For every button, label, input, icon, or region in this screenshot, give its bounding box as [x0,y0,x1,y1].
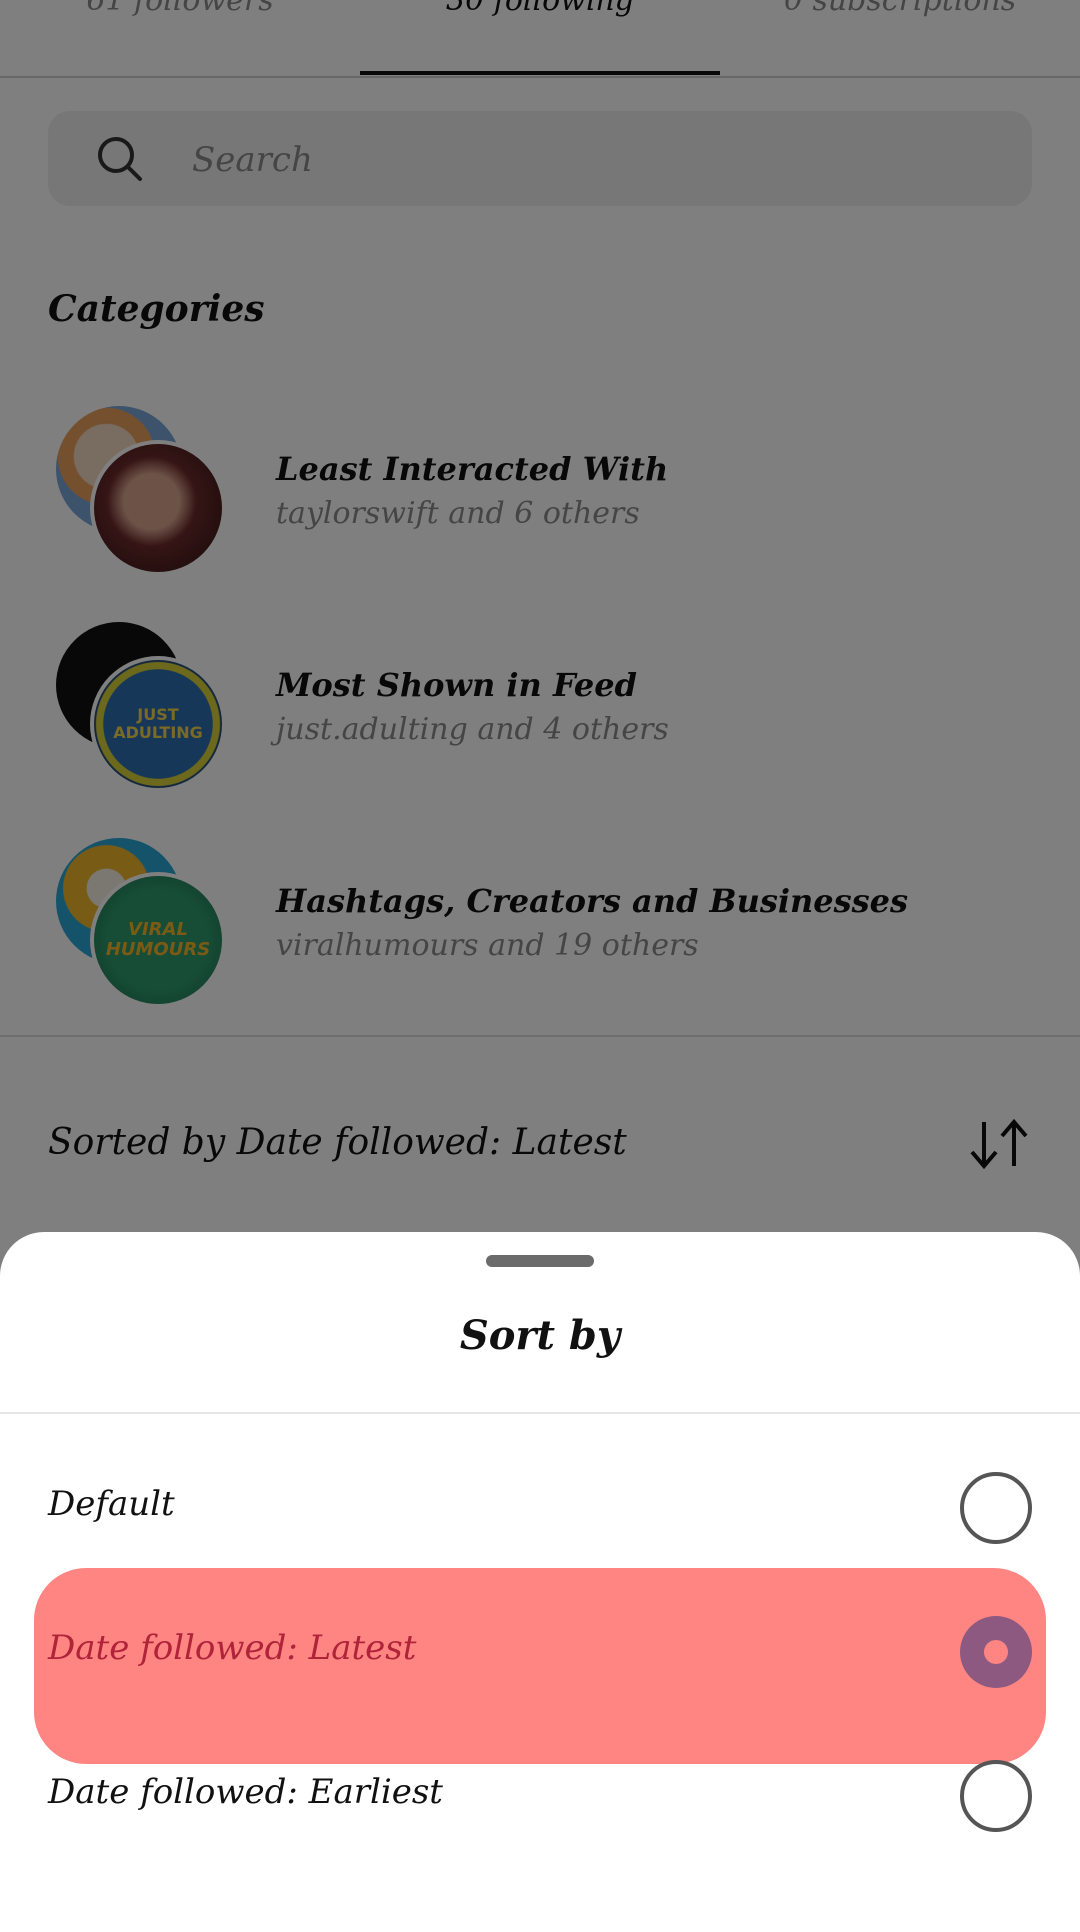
option-label: Default [48,1484,175,1524]
option-label: Date followed: Latest [48,1628,417,1668]
sort-option-default[interactable]: Default [0,1448,1080,1568]
divider [0,1412,1080,1414]
sheet-title: Sort by [459,1312,621,1359]
option-label: Date followed: Earliest [48,1772,443,1812]
radio-button[interactable] [960,1472,1032,1544]
sort-option-latest[interactable]: Date followed: Latest [0,1568,1080,1764]
sort-bottom-sheet: Sort by Default Date followed: Latest Da… [0,1232,1080,1932]
radio-button[interactable] [960,1760,1032,1832]
radio-button-selected[interactable] [960,1616,1032,1688]
drag-handle[interactable] [486,1255,594,1267]
sort-option-earliest[interactable]: Date followed: Earliest [0,1736,1080,1856]
